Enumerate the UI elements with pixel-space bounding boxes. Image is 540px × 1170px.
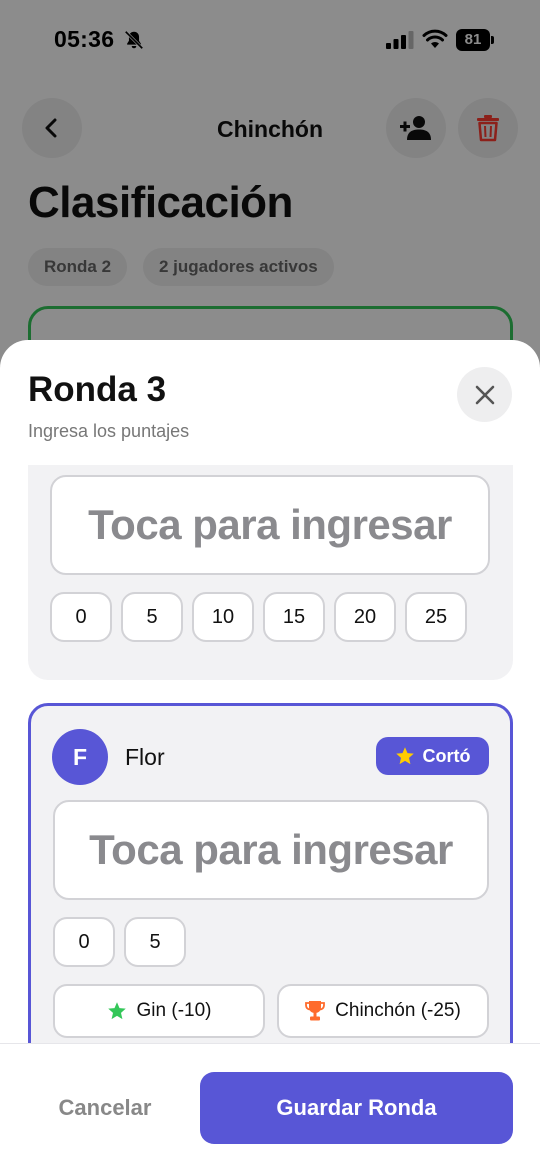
- trophy-icon: [305, 1001, 326, 1021]
- quick-score-button[interactable]: 20: [334, 592, 396, 642]
- star-icon: [107, 1002, 126, 1020]
- round-entry-sheet: Ronda 3 Ingresa los puntajes Toca para i…: [0, 340, 540, 1170]
- quick-score-button[interactable]: 10: [192, 592, 254, 642]
- chinchon-bonus-label: Chinchón (-25): [335, 1000, 461, 1021]
- star-icon: [395, 747, 414, 765]
- player-card: Toca para ingresar 0 5 10 15 20 25: [28, 465, 513, 680]
- sheet-title: Ronda 3: [28, 370, 167, 409]
- player-name: Flor: [125, 744, 165, 770]
- cancel-button[interactable]: Cancelar: [28, 1072, 182, 1144]
- avatar: F: [52, 729, 108, 785]
- close-button[interactable]: [457, 367, 512, 422]
- gin-bonus-button[interactable]: Gin (-10): [53, 984, 265, 1038]
- quick-score-button[interactable]: 0: [50, 592, 112, 642]
- score-input[interactable]: Toca para ingresar: [53, 800, 489, 900]
- players-scroll-area[interactable]: Toca para ingresar 0 5 10 15 20 25 F Flor Cor…: [0, 465, 540, 1043]
- quick-score-button[interactable]: 5: [121, 592, 183, 642]
- gin-bonus-label: Gin (-10): [136, 1000, 212, 1021]
- score-input[interactable]: Toca para ingresar: [50, 475, 490, 575]
- quick-score-button[interactable]: 0: [53, 917, 115, 967]
- quick-score-button[interactable]: 15: [263, 592, 325, 642]
- chinchon-bonus-button[interactable]: Chinchón (-25): [277, 984, 489, 1038]
- sheet-subtitle: Ingresa los puntajes: [28, 421, 190, 441]
- save-round-button[interactable]: Guardar Ronda: [200, 1072, 513, 1144]
- quick-score-button[interactable]: 5: [124, 917, 186, 967]
- close-icon: [475, 385, 494, 404]
- quick-score-row[interactable]: 0 5 10 15 20 25: [50, 592, 490, 642]
- badge-label: Cortó: [422, 745, 471, 766]
- quick-score-button[interactable]: 25: [405, 592, 467, 642]
- quick-score-row[interactable]: 05: [53, 917, 489, 967]
- corto-badge[interactable]: Cortó: [376, 737, 489, 775]
- player-card-selected: F Flor Cortó Toca para ingresar 05 Gin (…: [28, 703, 513, 1043]
- sheet-footer: Cancelar Guardar Ronda: [0, 1043, 540, 1170]
